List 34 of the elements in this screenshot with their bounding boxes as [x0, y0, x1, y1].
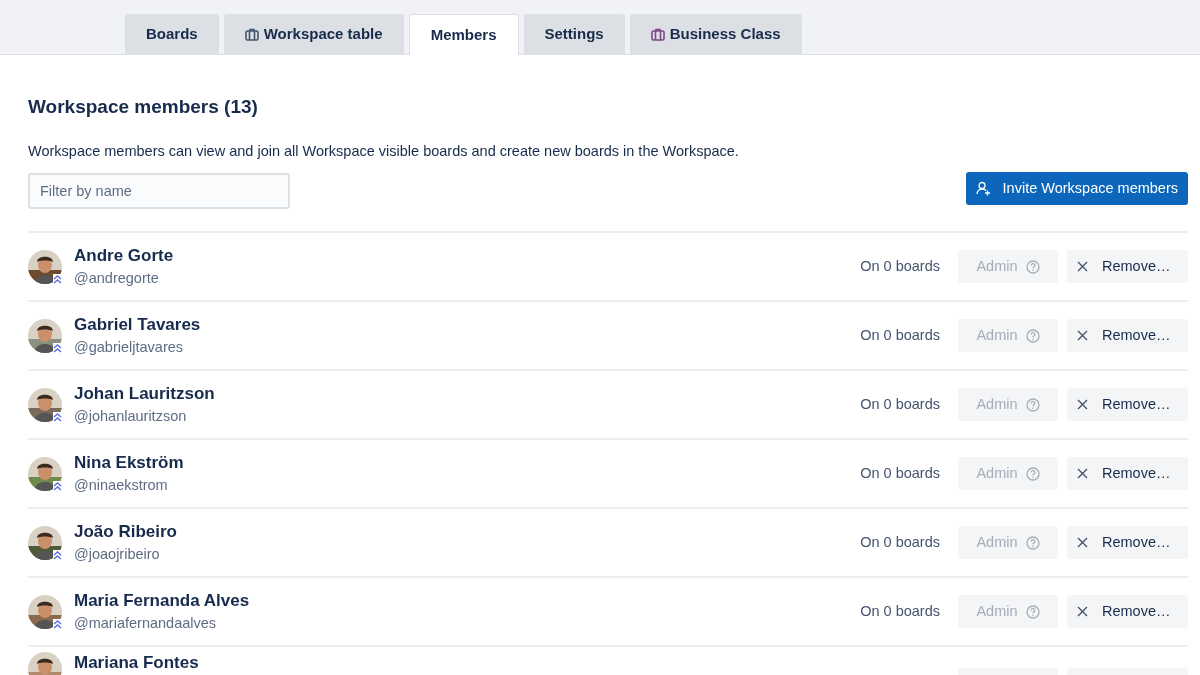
- board-count: On 0 boards: [860, 256, 940, 276]
- tab[interactable]: Members: [408, 14, 519, 55]
- remove-button[interactable]: Remove…: [1067, 319, 1188, 353]
- board-count: On 0 boards: [860, 394, 940, 414]
- section-heading: Workspace members (13): [28, 95, 259, 119]
- invite-button[interactable]: Invite Workspace members: [965, 172, 1188, 206]
- remove-button[interactable]: Remove…: [1067, 457, 1188, 491]
- tab[interactable]: Business Class: [629, 14, 802, 54]
- remove-button[interactable]: Remove…: [1067, 388, 1188, 422]
- member-name: Maria Fernanda Alves: [74, 589, 250, 612]
- description-text: Workspace members can view and join all Workspace visible boards and create new boards in the Workspace.: [28, 141, 740, 161]
- member-name: Andre Gorte: [74, 244, 174, 267]
- filter-field[interactable]: Filter by name: [28, 173, 290, 210]
- board-count: On 0 boards: [860, 463, 940, 483]
- member-username: @andregorte: [74, 268, 160, 288]
- board-count: On 0 boards: [860, 532, 940, 552]
- member-name: João Ribeiro: [74, 520, 177, 543]
- tab[interactable]: Workspace table: [223, 14, 404, 54]
- member-username: @johanlauritzson: [74, 406, 188, 426]
- member-name: Gabriel Tavares: [74, 313, 201, 336]
- member-username: @mariafernandaalves: [74, 613, 218, 633]
- tab[interactable]: Boards: [125, 14, 219, 54]
- remove-button[interactable]: Remove…: [1067, 595, 1188, 629]
- member-username: @ninaekstrom: [74, 475, 169, 495]
- remove-button[interactable]: Remove…: [1067, 526, 1188, 560]
- board-count: On 0 boards: [860, 601, 940, 621]
- tab[interactable]: Settings: [523, 14, 625, 54]
- board-count: On 0 boards: [860, 325, 940, 345]
- remove-button[interactable]: Remove…: [1067, 250, 1188, 284]
- member-username: @gabrieljtavares: [74, 337, 185, 357]
- member-username: @joaojribeiro: [74, 544, 161, 564]
- member-name: Johan Lauritzson: [74, 382, 215, 405]
- member-name: Nina Ekström: [74, 451, 184, 474]
- member-name: Mariana Fontes: [74, 652, 199, 675]
